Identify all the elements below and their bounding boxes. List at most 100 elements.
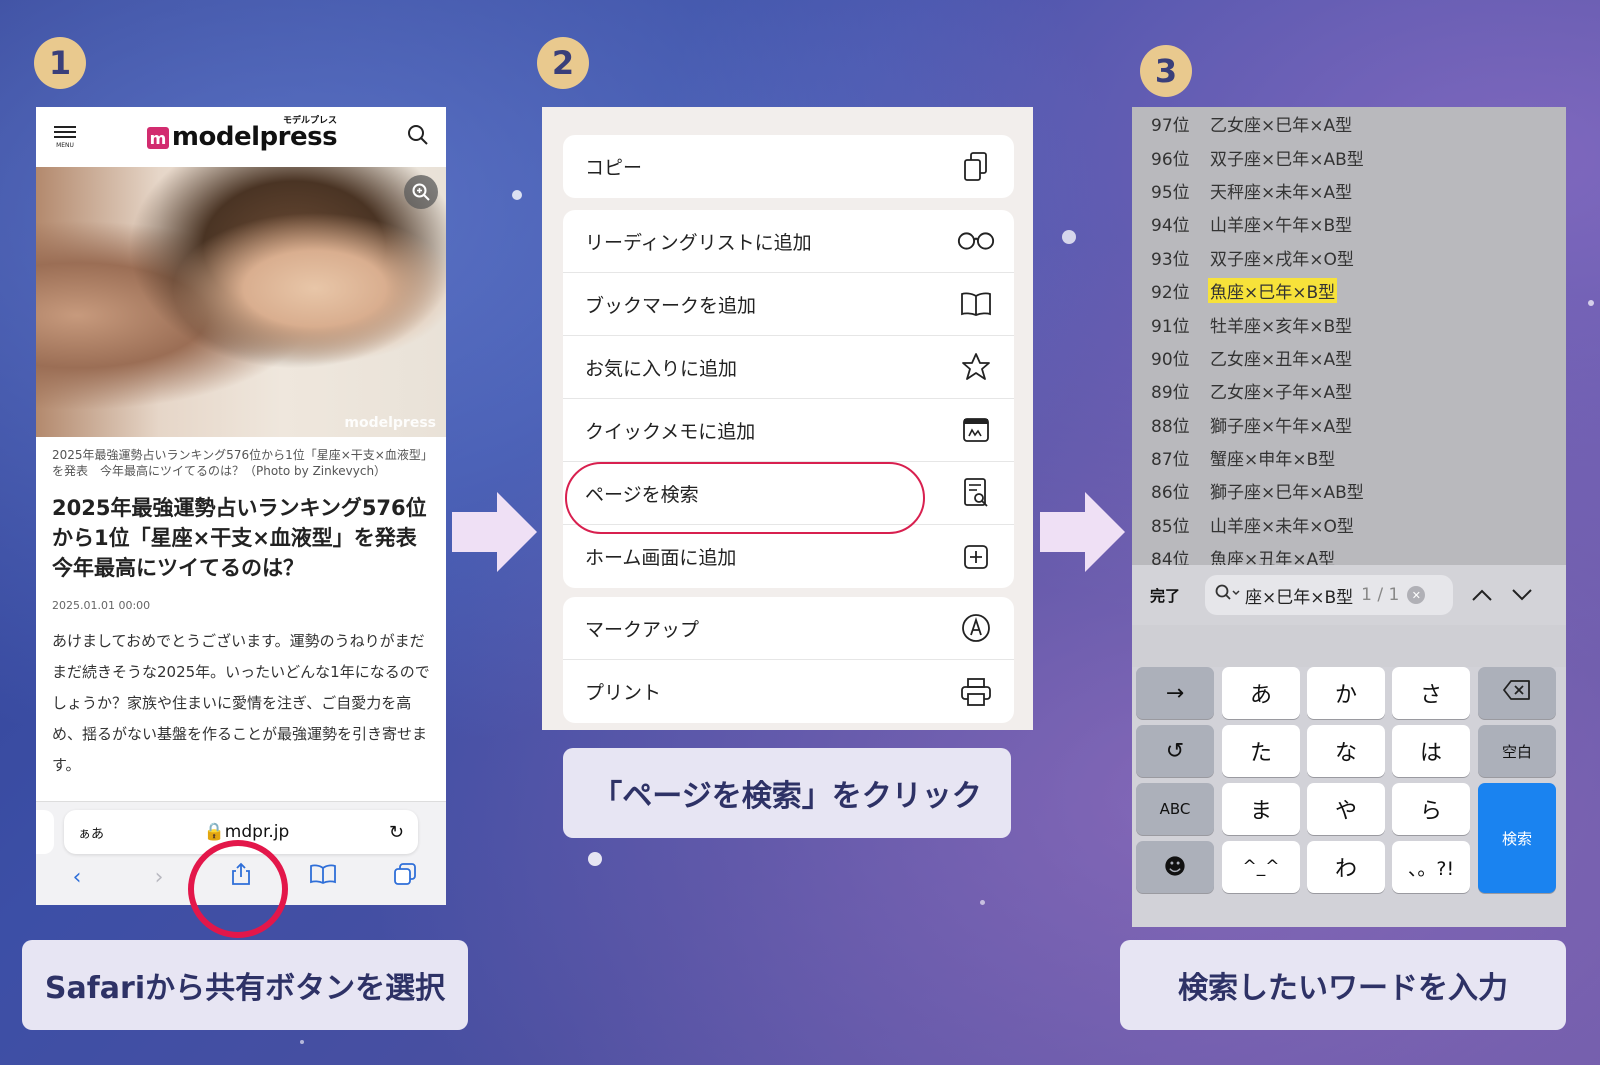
logo-text: modelpress (171, 122, 338, 152)
bookmarks-icon[interactable] (303, 864, 343, 890)
menu-item-copy[interactable]: コピー (563, 135, 1014, 198)
rank-number: 91位 (1151, 316, 1190, 337)
rank-text: 天秤座×未年×A型 (1210, 182, 1353, 203)
ranking-row: 94位 山羊座×午年×B型 (1132, 207, 1566, 240)
article-photo: modelpress (36, 167, 446, 437)
done-button[interactable]: 完了 (1150, 585, 1205, 606)
next-step-arrow (452, 492, 537, 572)
share-button-highlight-circle (188, 840, 288, 938)
key-ra[interactable]: ら (1392, 783, 1470, 835)
key-kaomoji[interactable]: ^_^ (1222, 841, 1300, 893)
menu-item-label: プリント (585, 682, 662, 704)
rank-number: 95位 (1151, 182, 1190, 203)
menu-item-add-favorite[interactable]: お気に入りに追加 (563, 336, 1014, 399)
step-2-caption: 「ページを検索」をクリック (563, 748, 1011, 838)
rank-number: 90位 (1151, 349, 1190, 370)
key-ta[interactable]: た (1222, 725, 1300, 777)
star-decoration (1062, 230, 1076, 244)
reload-icon[interactable]: ↻ (389, 822, 404, 843)
search-key[interactable]: 検索 (1478, 783, 1556, 893)
key-na[interactable]: な (1307, 725, 1385, 777)
next-match-icon[interactable] (1511, 583, 1533, 608)
step-3-caption: 検索したいワードを入力 (1120, 940, 1566, 1030)
key-ya[interactable]: や (1307, 783, 1385, 835)
emoji-key[interactable]: ☻ (1136, 841, 1214, 893)
emoji-icon: ☻ (1163, 854, 1187, 880)
search-icon[interactable] (406, 123, 430, 151)
rank-text: 双子座×戌年×O型 (1210, 249, 1354, 270)
safari-article-screen: MENU m modelpress モデルプレス modelpress 2025… (36, 107, 446, 905)
rank-text: 乙女座×丑年×A型 (1210, 349, 1353, 370)
step-1-caption: Safariから共有ボタンを選択 (22, 940, 468, 1030)
find-on-page-screen: 97位 乙女座×巳年×A型 96位 双子座×巳年×AB型 95位 天秤座×未年×A型 94位… (1132, 107, 1566, 927)
previous-tab-stub[interactable] (36, 810, 54, 854)
menu-item-print[interactable]: プリント (563, 660, 1014, 723)
menu-item-add-to-home[interactable]: ホーム画面に追加 (563, 525, 1014, 588)
rank-number: 87位 (1151, 450, 1190, 471)
clear-icon[interactable]: ✕ (1407, 586, 1426, 604)
key-ha[interactable]: は (1392, 725, 1470, 777)
previous-match-icon[interactable] (1471, 583, 1493, 608)
hamburger-menu-icon[interactable]: MENU (52, 125, 78, 149)
key-wa[interactable]: わ (1307, 841, 1385, 893)
site-logo[interactable]: m modelpress モデルプレス (146, 116, 338, 152)
zoom-in-icon[interactable] (404, 175, 438, 209)
menu-item-quick-note[interactable]: クイックメモに追加 (563, 399, 1014, 462)
ranking-row: 92位 魚座×巳年×B型 (1132, 274, 1566, 307)
share-sheet-screen: コピー リーディングリストに追加 ブックマークを追加 お気に入りに追加 クイック… (542, 107, 1033, 730)
menu-label: MENU (56, 141, 74, 149)
star-decoration (512, 190, 522, 200)
key-punctuation[interactable]: 、。?! (1392, 841, 1470, 893)
find-page-icon (956, 477, 996, 509)
ranking-results-list: 97位 乙女座×巳年×A型 96位 双子座×巳年×AB型 95位 天秤座×未年×A型 94位… (1132, 107, 1566, 565)
abc-key[interactable]: ABC (1136, 783, 1214, 835)
menu-group-markup: マークアップ プリント (563, 597, 1014, 723)
markup-icon (956, 613, 996, 643)
ranking-row: 91位 牡羊座×亥年×B型 (1132, 307, 1566, 340)
key-ma[interactable]: ま (1222, 783, 1300, 835)
key-sa[interactable]: さ (1392, 667, 1470, 719)
menu-item-label: ブックマークを追加 (585, 294, 757, 317)
key-ka[interactable]: か (1307, 667, 1385, 719)
rank-text: 蟹座×申年×B型 (1210, 450, 1336, 471)
ranking-row: 84位 魚座×丑年×A型 (1132, 541, 1566, 565)
url-value: mdpr.jp (224, 822, 290, 842)
next-step-arrow (1040, 492, 1125, 572)
key-a[interactable]: あ (1222, 667, 1300, 719)
key-arrow[interactable]: → (1136, 667, 1214, 719)
url-text: 🔒mdpr.jp (204, 822, 290, 842)
menu-item-reading-list[interactable]: リーディングリストに追加 (563, 210, 1014, 273)
menu-item-label: コピー (585, 157, 643, 179)
book-icon (956, 292, 996, 316)
photo-caption: 2025年最強運勢占いランキング576位から1位「星座×干支×血液型」を発表 今… (52, 448, 427, 478)
back-icon[interactable]: ‹ (57, 865, 97, 890)
logo-mark: m (146, 127, 169, 149)
article-date: 2025.01.01 00:00 (52, 599, 151, 612)
japanese-keyboard: → あ か さ ↺ た な は 空白 ABC ま や ら 検索 ☻ ^_^ わ … (1132, 667, 1566, 927)
step-1-badge: 1 (34, 37, 86, 89)
highlighted-match-text: 魚座×巳年×B型 (1208, 278, 1338, 304)
key-undo[interactable]: ↺ (1136, 725, 1214, 777)
find-bar: 完了 座×巳年×B型 1 / 1 ✕ (1132, 565, 1566, 625)
rank-number: 97位 (1151, 116, 1190, 137)
article-body: あけましておめでとうございます。運勢のうねりがまだまだ続きそうな2025年。いっ… (52, 632, 430, 774)
page-settings-button[interactable]: ぁあ (78, 823, 104, 842)
ranking-row: 89位 乙女座×子年×A型 (1132, 374, 1566, 407)
menu-item-add-bookmark[interactable]: ブックマークを追加 (563, 273, 1014, 336)
menu-item-markup[interactable]: マークアップ (563, 597, 1014, 660)
search-icon (1215, 584, 1241, 607)
tabs-icon[interactable] (385, 862, 425, 892)
star-decoration (980, 900, 985, 905)
space-key[interactable]: 空白 (1478, 725, 1556, 777)
rank-text: 獅子座×巳年×AB型 (1210, 483, 1364, 504)
forward-icon[interactable]: › (139, 865, 179, 890)
rank-number: 96位 (1151, 149, 1190, 170)
find-input[interactable]: 座×巳年×B型 1 / 1 ✕ (1205, 575, 1453, 615)
ranking-row: 86位 獅子座×巳年×AB型 (1132, 474, 1566, 507)
menu-item-label: リーディングリストに追加 (585, 231, 812, 254)
rank-text: 山羊座×未年×O型 (1210, 516, 1354, 537)
delete-key[interactable] (1478, 667, 1556, 719)
find-match-count: 1 / 1 (1361, 585, 1400, 605)
rank-text: 牡羊座×亥年×B型 (1210, 316, 1353, 337)
menu-group-copy: コピー (563, 135, 1014, 198)
